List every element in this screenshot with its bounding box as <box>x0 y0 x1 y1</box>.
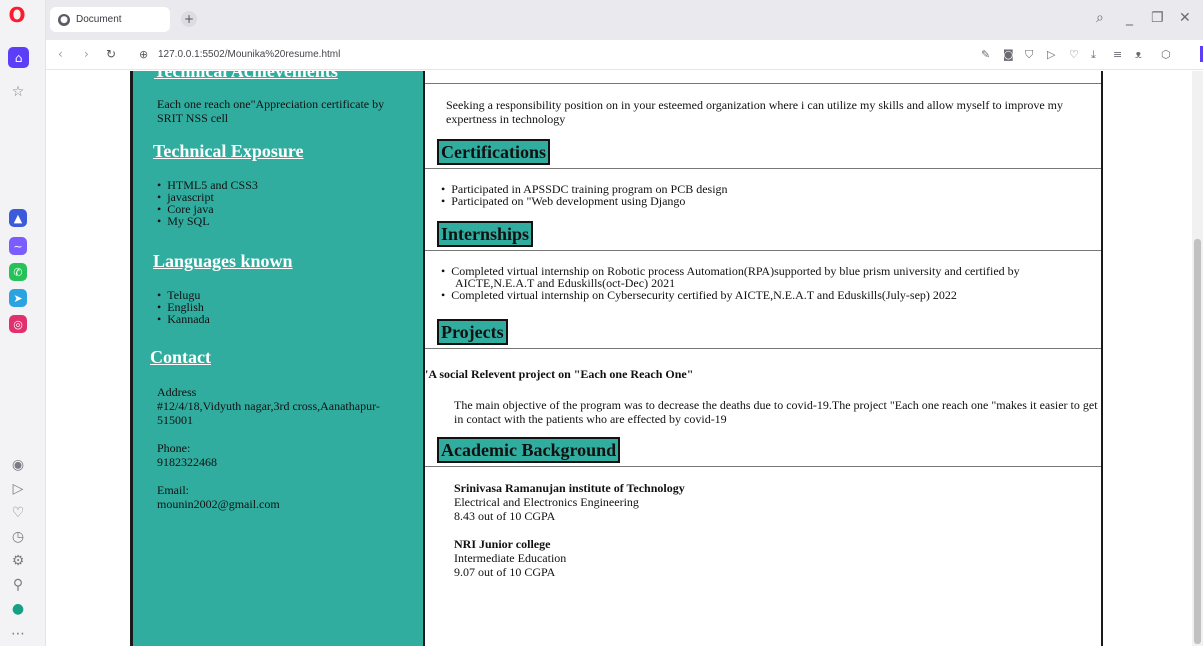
forward-icon[interactable]: › <box>84 47 89 61</box>
reload-icon[interactable]: ↻ <box>106 47 116 61</box>
bookmark-star-icon[interactable]: ☆ <box>8 82 28 102</box>
site-info-icon[interactable]: ⊕ <box>139 48 148 61</box>
back-icon[interactable]: ‹ <box>58 47 63 61</box>
pinboard-icon[interactable]: ⚲ <box>8 575 28 595</box>
technical-exposure-heading: Technical Exposure <box>153 141 304 161</box>
telegram-icon[interactable]: ➤ <box>9 289 27 307</box>
score-text: 9.07 out of 10 CGPA <box>454 565 556 579</box>
download-icon[interactable]: ⤓ <box>1091 48 1096 62</box>
instagram-icon[interactable]: ◎ <box>9 315 27 333</box>
internships-list: Completed virtual internship on Robotic … <box>441 265 1081 301</box>
internships-heading: Internships <box>437 221 534 247</box>
aria-icon[interactable]: ▲ <box>9 209 27 227</box>
divider <box>425 168 1101 169</box>
ai-icon[interactable]: ● <box>8 599 28 619</box>
list-item: My SQL <box>157 215 258 227</box>
tab-favicon-icon: ● <box>58 13 70 26</box>
settings-icon[interactable]: ⚙ <box>8 551 28 571</box>
score-text: 8.43 out of 10 CGPA <box>454 509 556 523</box>
institution-name: NRI Junior college <box>454 537 551 551</box>
projects-heading: Projects <box>437 319 508 345</box>
scrollbar-thumb[interactable] <box>1194 239 1201 644</box>
opera-sidebar: O ⌂ ☆ ▲ ~ ✆ ➤ ◎ ◉ ▷ ♡ ◷ ⚙ ⚲ ● ⋯ <box>0 0 46 646</box>
history-icon[interactable]: ◷ <box>8 527 28 547</box>
achievement-text: Each one reach one"Appreciation certific… <box>157 97 385 125</box>
course-name: Electrical and Electronics Engineering <box>454 495 639 509</box>
divider <box>425 83 1101 84</box>
shield-icon[interactable]: ⛉ <box>1025 48 1033 62</box>
email-label: Email: <box>157 483 189 497</box>
profile-icon[interactable]: ᴥ <box>1135 48 1142 61</box>
phone-value: 9182322468 <box>157 455 217 469</box>
whatsapp-icon[interactable]: ✆ <box>9 263 27 281</box>
divider <box>425 466 1101 467</box>
address-value: #12/4/18,Vidyuth nagar,3rd cross,Aanatha… <box>157 399 380 427</box>
messenger-icon[interactable]: ~ <box>9 237 27 255</box>
opera-logo-icon[interactable]: O <box>7 3 27 27</box>
new-tab-button[interactable]: + <box>181 11 197 27</box>
edit-icon[interactable]: ✎ <box>981 48 990 61</box>
list-item: Participated on "Web development using D… <box>441 195 1081 207</box>
search-tabs-icon[interactable]: ⌕ <box>1096 10 1104 26</box>
project-description: The main objective of the program was to… <box>454 398 1098 426</box>
heart-icon[interactable]: ♡ <box>8 503 28 523</box>
tab-title: Document <box>76 14 122 25</box>
list-item: Kannada <box>157 313 210 325</box>
academic-heading: Academic Background <box>437 437 621 463</box>
page-viewport: Technical Achievements Each one reach on… <box>46 71 1192 646</box>
list-item: Completed virtual internship on Cybersec… <box>441 289 1081 301</box>
page-scrollbar[interactable] <box>1192 71 1203 646</box>
technical-exposure-list: HTML5 and CSS3 javascript Core java My S… <box>157 179 258 227</box>
institution-name: Srinivasa Ramanujan institute of Technol… <box>454 481 685 495</box>
phone-label: Phone: <box>157 441 191 455</box>
flow-icon[interactable]: ▷ <box>1047 48 1055 61</box>
course-name: Intermediate Education <box>454 551 567 565</box>
url-field[interactable]: 127.0.0.1:5502/Mounika%20resume.html <box>158 49 340 60</box>
camera-icon[interactable]: ◙ <box>1003 48 1014 61</box>
close-window-icon[interactable]: ✕ <box>1179 10 1191 26</box>
player-icon[interactable]: ◉ <box>8 455 28 475</box>
list-item: Completed virtual internship on Robotic … <box>441 265 1081 289</box>
email-value[interactable]: mounin2002@gmail.com <box>157 497 280 511</box>
divider <box>425 348 1101 349</box>
resume-right-column: Seeking a responsibility position on in … <box>425 71 1103 646</box>
project-title: 'A social Relevent project on "Each one … <box>425 367 694 381</box>
languages-list: Telugu English Kannada <box>157 289 210 325</box>
more-icon[interactable]: ⋯ <box>8 624 28 644</box>
heart-toolbar-icon[interactable]: ♡ <box>1069 48 1079 61</box>
technical-achievements-heading: Technical Achievements <box>154 71 338 81</box>
easy-setup-icon[interactable]: ≡ <box>1113 48 1122 61</box>
extensions-icon[interactable]: ⬡ <box>1161 48 1171 61</box>
home-icon[interactable]: ⌂ <box>8 47 29 68</box>
tab-strip: ● Document + ⌕ _ ❐ ✕ <box>46 0 1203 40</box>
tab-document[interactable]: ● Document <box>50 7 170 32</box>
contact-heading: Contact <box>150 347 211 367</box>
address-label: Address <box>157 385 197 399</box>
address-bar: ‹ › ↻ ⊕ 127.0.0.1:5502/Mounika%20resume.… <box>46 40 1203 70</box>
resume-left-column: Technical Achievements Each one reach on… <box>130 71 425 646</box>
certifications-heading: Certifications <box>437 139 550 165</box>
languages-heading: Languages known <box>153 251 293 271</box>
divider <box>425 250 1101 251</box>
send-icon[interactable]: ▷ <box>8 479 28 499</box>
minimize-icon[interactable]: _ <box>1126 10 1133 26</box>
restore-icon[interactable]: ❐ <box>1151 10 1164 26</box>
certifications-list: Participated in APSSDC training program … <box>441 183 1081 207</box>
objective-text: Seeking a responsibility position on in … <box>446 98 1063 126</box>
